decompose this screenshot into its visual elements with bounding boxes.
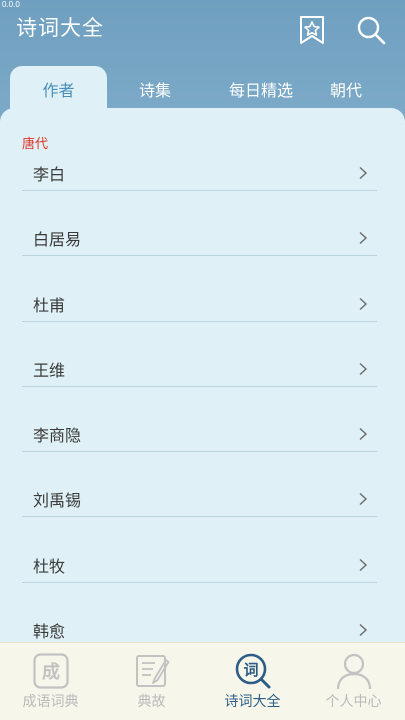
tab-dynasty[interactable]: 朝代 bbox=[310, 66, 382, 112]
chevron-right-icon bbox=[359, 624, 368, 637]
list-item-author[interactable]: 白居易 bbox=[22, 218, 377, 283]
list-item-author[interactable]: 刘禹锡 bbox=[22, 479, 377, 544]
nav-label: 诗词大全 bbox=[224, 694, 281, 710]
author-name: 王维 bbox=[33, 360, 66, 380]
nav-idiom-dictionary[interactable]: 成 成语词典 bbox=[0, 643, 101, 720]
author-name: 杜牧 bbox=[33, 556, 66, 576]
poetry-search-icon: 词 bbox=[233, 651, 273, 691]
list-item-author[interactable]: 李白 bbox=[22, 153, 377, 218]
dynasty-section-header: 唐代 bbox=[22, 137, 49, 152]
author-name: 刘禹锡 bbox=[33, 491, 82, 511]
chevron-right-icon bbox=[359, 428, 368, 441]
idiom-icon-glyph: 成 bbox=[42, 661, 60, 683]
tab-author[interactable]: 作者 bbox=[10, 66, 107, 112]
bottom-navigation: 成 成语词典 典故 词 诗词大全 个人中心 bbox=[0, 642, 405, 720]
chevron-right-icon bbox=[359, 493, 368, 506]
category-tabs: 作者 诗集 每日精选 朝代 bbox=[10, 66, 405, 112]
divider bbox=[22, 581, 377, 583]
idiom-dictionary-icon: 成 bbox=[31, 651, 71, 691]
tab-daily-selection[interactable]: 每日精选 bbox=[206, 66, 316, 112]
chevron-right-icon bbox=[359, 232, 368, 245]
tab-collection[interactable]: 诗集 bbox=[110, 66, 200, 112]
divider bbox=[22, 255, 377, 257]
allusion-book-icon bbox=[132, 651, 172, 691]
author-name: 白居易 bbox=[33, 230, 82, 250]
chevron-right-icon bbox=[359, 297, 368, 310]
poetry-icon-glyph: 词 bbox=[243, 661, 258, 679]
author-name: 杜甫 bbox=[33, 295, 66, 315]
author-name: 韩愈 bbox=[33, 622, 66, 642]
chevron-right-icon bbox=[359, 166, 368, 180]
star-bookmark-icon[interactable] bbox=[297, 14, 327, 46]
author-panel: 唐代 李白 白居易 杜甫 王维 李商隐 刘禹锡 杜牧 韩愈 bbox=[0, 108, 405, 648]
nav-profile[interactable]: 个人中心 bbox=[303, 643, 404, 720]
author-name: 李商隐 bbox=[33, 426, 82, 446]
divider bbox=[22, 451, 377, 453]
chevron-right-icon bbox=[359, 558, 368, 571]
author-name: 李白 bbox=[33, 165, 66, 184]
divider bbox=[22, 385, 377, 387]
list-item-author[interactable]: 杜甫 bbox=[22, 284, 377, 349]
nav-poetry[interactable]: 词 诗词大全 bbox=[202, 643, 303, 720]
list-item-author[interactable]: 杜牧 bbox=[22, 545, 377, 610]
list-item-author[interactable]: 李商隐 bbox=[22, 414, 377, 479]
divider bbox=[22, 190, 377, 191]
nav-label: 典故 bbox=[137, 694, 166, 710]
nav-label: 成语词典 bbox=[22, 694, 79, 710]
divider bbox=[22, 320, 377, 322]
list-item-author[interactable]: 王维 bbox=[22, 349, 377, 414]
nav-label: 个人中心 bbox=[325, 694, 382, 710]
divider bbox=[22, 516, 377, 518]
chevron-right-icon bbox=[359, 362, 368, 375]
app-header: 诗词大全 bbox=[0, 0, 405, 62]
nav-allusion[interactable]: 典故 bbox=[101, 643, 202, 720]
user-profile-icon bbox=[334, 651, 374, 691]
app-title: 诗词大全 bbox=[16, 16, 104, 40]
search-icon[interactable] bbox=[356, 14, 386, 46]
author-list: 李白 白居易 杜甫 王维 李商隐 刘禹锡 杜牧 韩愈 bbox=[22, 153, 377, 648]
